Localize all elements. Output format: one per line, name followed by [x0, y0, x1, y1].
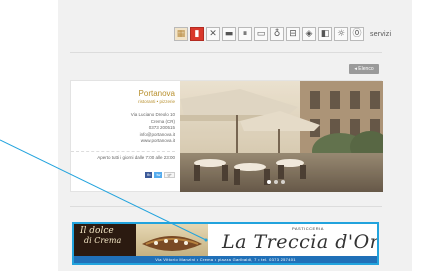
annotation-line [0, 139, 208, 242]
